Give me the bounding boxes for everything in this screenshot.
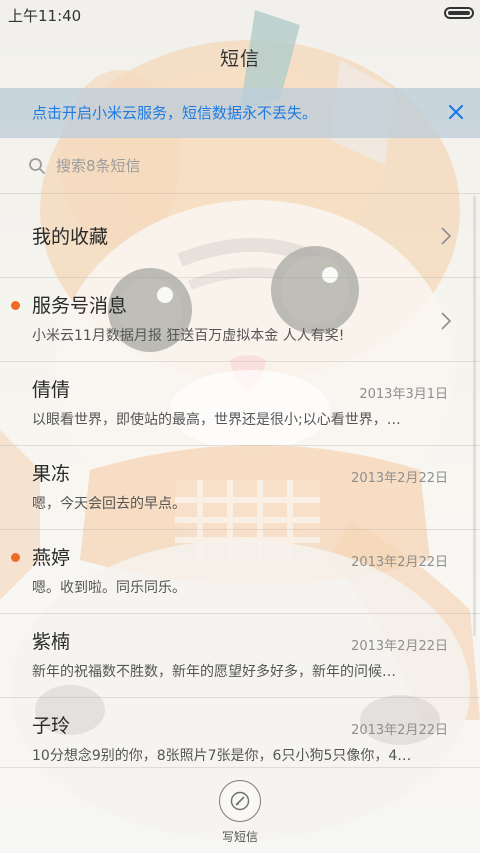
conversation-preview: 10分想念9别的你，8张照片7张是你，6只小狗5只像你，4… — [32, 748, 412, 764]
favorites-label: 我的收藏 — [32, 226, 109, 248]
messages-app: 上午11:40 短信 点击开启小米云服务，短信数据永不丢失。 我的收藏 服务号消… — [0, 0, 480, 853]
conversation-date: 2013年2月22日 — [351, 723, 448, 738]
conversation-date: 2013年2月22日 — [351, 639, 448, 654]
conversation-preview: 小米云11月数据月报 狂送百万虚拟本金 人人有奖! — [32, 328, 345, 344]
conversation-date: 2013年2月22日 — [351, 555, 448, 570]
unread-dot — [11, 553, 20, 562]
conversation-name: 倩倩 — [32, 379, 71, 401]
close-icon[interactable] — [444, 100, 468, 124]
cloud-service-banner[interactable]: 点击开启小米云服务，短信数据永不丢失。 — [0, 88, 480, 138]
conversation-preview: 嗯。收到啦。同乐同乐。 — [32, 580, 186, 596]
battery-icon — [444, 7, 474, 19]
chevron-right-icon — [441, 312, 452, 330]
divider — [0, 767, 480, 768]
chevron-right-icon — [441, 227, 452, 245]
favorites-row[interactable]: 我的收藏 — [0, 194, 480, 278]
unread-dot — [11, 301, 20, 310]
compose-icon — [230, 791, 250, 811]
status-bar: 上午11:40 — [0, 0, 480, 28]
compose-label[interactable]: 写短信 — [0, 828, 480, 845]
search-bar[interactable] — [28, 152, 458, 180]
conversation-item-zinan[interactable]: 紫楠 2013年2月22日 新年的祝福数不胜数，新年的愿望好多好多，新年的问候… — [0, 613, 480, 697]
conversation-item-guodong[interactable]: 果冻 2013年2月22日 嗯，今天会回去的早点。 — [0, 445, 480, 529]
compose-button[interactable] — [219, 780, 261, 822]
conversation-item-ziling[interactable]: 子玲 2013年2月22日 10分想念9别的你，8张照片7张是你，6只小狗5只像… — [0, 697, 480, 767]
compose-area: 写短信 — [0, 778, 480, 853]
banner-text[interactable]: 点击开启小米云服务，短信数据永不丢失。 — [32, 102, 317, 123]
conversation-name: 服务号消息 — [32, 295, 128, 317]
conversation-item-service[interactable]: 服务号消息 小米云11月数据月报 狂送百万虚拟本金 人人有奖! — [0, 277, 480, 361]
conversation-preview: 新年的祝福数不胜数，新年的愿望好多好多，新年的问候… — [32, 664, 396, 680]
conversation-date: 2013年3月1日 — [359, 387, 448, 402]
scrollbar[interactable] — [473, 196, 476, 636]
status-time: 上午11:40 — [8, 7, 82, 25]
search-icon — [29, 158, 45, 174]
page-title: 短信 — [219, 48, 260, 70]
conversation-date: 2013年2月22日 — [351, 471, 448, 486]
conversation-item-yanting[interactable]: 燕婷 2013年2月22日 嗯。收到啦。同乐同乐。 — [0, 529, 480, 613]
conversation-name: 燕婷 — [32, 547, 71, 569]
conversation-preview: 以眼看世界，即使站的最高，世界还是很小;以心看世界，… — [32, 412, 401, 428]
search-input[interactable] — [56, 157, 416, 175]
conversation-item-qianqian[interactable]: 倩倩 2013年3月1日 以眼看世界，即使站的最高，世界还是很小;以心看世界，… — [0, 361, 480, 445]
conversation-name: 果冻 — [32, 463, 71, 485]
conversation-name: 子玲 — [32, 715, 71, 737]
conversation-name: 紫楠 — [32, 631, 71, 653]
conversation-preview: 嗯，今天会回去的早点。 — [32, 496, 186, 512]
